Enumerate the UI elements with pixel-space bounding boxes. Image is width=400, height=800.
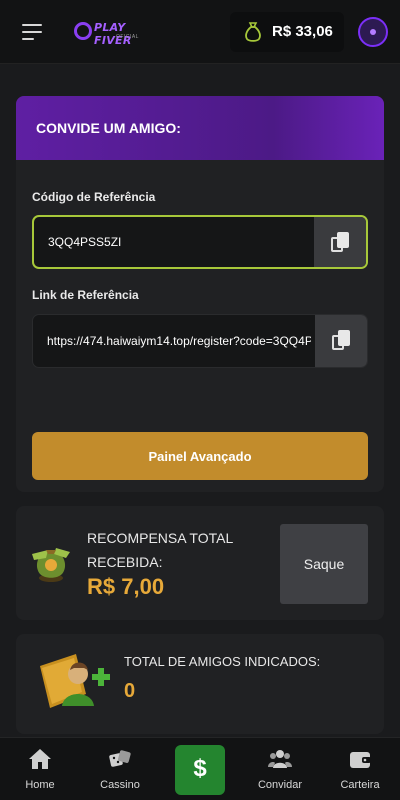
friends-card: TOTAL DE AMIGOS INDICADOS: 0 <box>16 634 384 734</box>
menu-icon[interactable] <box>22 24 44 40</box>
reward-card: RECOMPENSA TOTAL RECEBIDA: R$ 7,00 Saque <box>16 506 384 620</box>
nav-casino[interactable]: Cassino <box>80 738 160 800</box>
nav-home[interactable]: Home <box>0 738 80 800</box>
nav-deposit-button[interactable]: $ <box>175 745 225 795</box>
nav-invite-label: Convidar <box>257 779 303 791</box>
users-icon <box>268 750 292 768</box>
logo[interactable]: PLAY FIVER OFICIAL <box>74 20 164 47</box>
referral-link-label: Link de Referência <box>32 288 139 302</box>
wallet-icon <box>350 752 371 768</box>
referral-code-input[interactable] <box>48 217 312 267</box>
dice-icon <box>109 750 131 767</box>
avatar[interactable] <box>358 17 388 47</box>
dollar-icon: $ <box>193 755 207 782</box>
nav-casino-label: Cassino <box>100 779 140 791</box>
referral-link-field <box>32 314 368 368</box>
nav-home-label: Home <box>25 779 55 791</box>
invite-title: CONVIDE UM AMIGO: <box>36 120 181 136</box>
friends-title: TOTAL DE AMIGOS INDICADOS: <box>124 654 321 669</box>
referral-code-field <box>32 215 368 269</box>
balance-amount: R$ 33,06 <box>272 23 333 40</box>
balance-display[interactable]: R$ 33,06 <box>230 12 344 52</box>
advanced-panel-button[interactable]: Painel Avançado <box>32 432 368 480</box>
nav-wallet[interactable]: Carteira <box>320 738 400 800</box>
referral-user-icon <box>40 654 110 708</box>
copy-icon <box>331 232 349 254</box>
home-icon <box>29 749 51 769</box>
copy-code-button[interactable] <box>314 217 366 267</box>
copy-link-button[interactable] <box>315 315 367 367</box>
reward-value: R$ 7,00 <box>87 574 165 599</box>
copy-icon <box>332 330 350 352</box>
referral-code-label: Código de Referência <box>32 190 156 204</box>
invite-banner: CONVIDE UM AMIGO: <box>16 96 384 160</box>
bottom-nav: Home Cassino $ Convidar Carteira <box>0 737 400 800</box>
nav-wallet-label: Carteira <box>340 779 380 791</box>
top-header: PLAY FIVER OFICIAL R$ 33,06 <box>0 0 400 64</box>
money-bag-icon <box>245 22 261 42</box>
reward-title: RECOMPENSA TOTAL RECEBIDA: <box>87 530 233 570</box>
withdraw-button[interactable]: Saque <box>280 524 368 604</box>
invite-card: CONVIDE UM AMIGO: Código de Referência L… <box>16 96 384 492</box>
referral-link-input[interactable] <box>47 315 311 367</box>
nav-invite[interactable]: Convidar <box>240 738 320 800</box>
money-bag-icon <box>32 548 70 582</box>
friends-count: 0 <box>124 680 136 702</box>
logo-mark <box>74 22 92 40</box>
logo-subtext: OFICIAL <box>116 34 139 40</box>
